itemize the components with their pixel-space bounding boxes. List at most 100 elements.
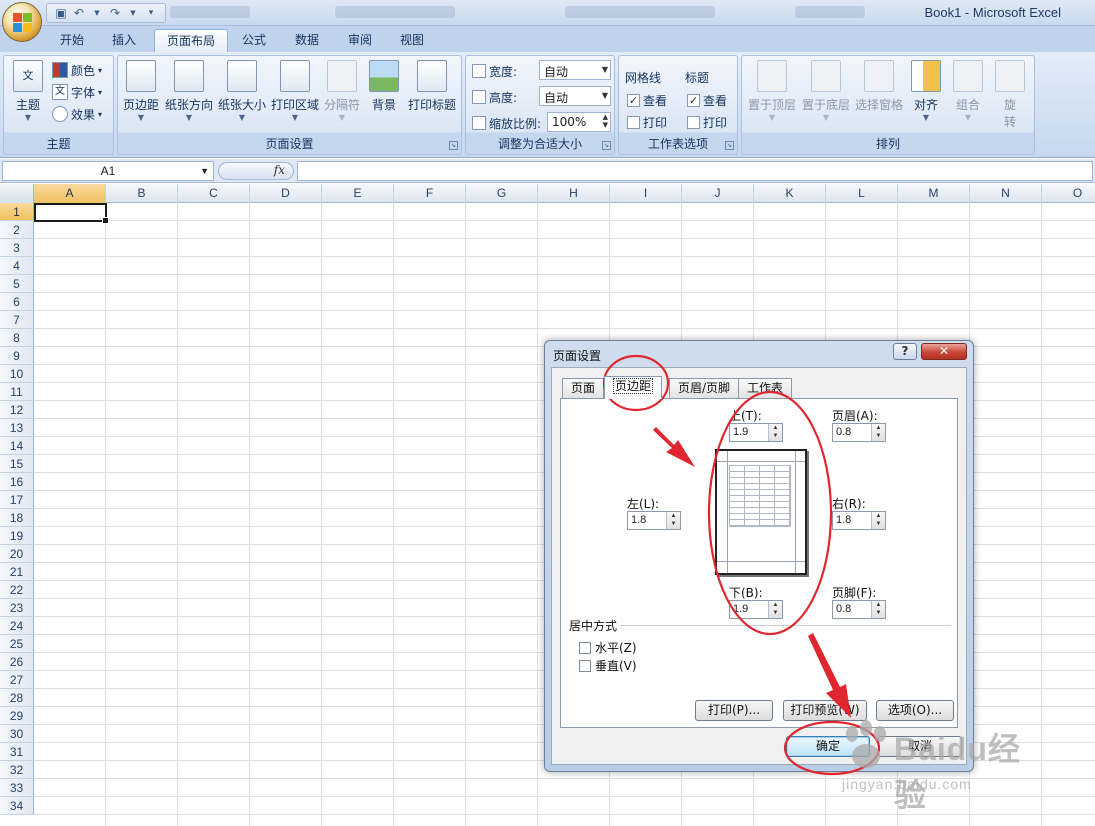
tab-formulas[interactable]: 公式	[230, 29, 278, 52]
row-header[interactable]: 21	[0, 563, 34, 581]
dialog-launcher-icon[interactable]: ↘	[602, 141, 611, 150]
headings-view-checkbox[interactable]: ✓ 查看	[687, 90, 727, 110]
row-header[interactable]: 15	[0, 455, 34, 473]
theme-effects-button[interactable]: 效果 ▾	[52, 104, 102, 124]
tab-data[interactable]: 数据	[283, 29, 331, 52]
select-all-corner[interactable]	[0, 184, 34, 203]
theme-fonts-button[interactable]: 文 字体 ▾	[52, 82, 102, 102]
group-button[interactable]: 组合 ▼	[948, 60, 988, 122]
row-header[interactable]: 34	[0, 797, 34, 815]
row-header[interactable]: 29	[0, 707, 34, 725]
row-header[interactable]: 13	[0, 419, 34, 437]
column-header[interactable]: L	[826, 184, 898, 203]
background-button[interactable]: 背景	[367, 60, 401, 113]
spinner-arrows-icon[interactable]: ▲ ▼	[666, 512, 680, 529]
row-header[interactable]: 2	[0, 221, 34, 239]
row-header[interactable]: 1	[0, 203, 34, 221]
column-header[interactable]: B	[106, 184, 178, 203]
column-header[interactable]: E	[322, 184, 394, 203]
tab-insert[interactable]: 插入	[100, 29, 148, 52]
spinner-arrows-icon[interactable]: ▲ ▼	[871, 424, 885, 441]
spinner-arrows-icon[interactable]: ▲ ▼	[768, 601, 782, 618]
header-margin-input[interactable]: 0.8 ▲ ▼	[832, 423, 886, 442]
row-header[interactable]: 3	[0, 239, 34, 257]
row-header[interactable]: 25	[0, 635, 34, 653]
tab-home[interactable]: 开始	[48, 29, 96, 52]
row-header[interactable]: 31	[0, 743, 34, 761]
print-titles-button[interactable]: 打印标题	[405, 60, 459, 113]
row-header[interactable]: 20	[0, 545, 34, 563]
dialog-launcher-icon[interactable]: ↘	[725, 141, 734, 150]
formula-input[interactable]	[297, 161, 1093, 181]
column-header[interactable]: D	[250, 184, 322, 203]
redo-icon[interactable]: ↷	[107, 5, 123, 21]
row-header[interactable]: 14	[0, 437, 34, 455]
gridlines-print-checkbox[interactable]: 打印	[627, 112, 667, 132]
row-header[interactable]: 32	[0, 761, 34, 779]
dialog-launcher-icon[interactable]: ↘	[449, 141, 458, 150]
column-header[interactable]: H	[538, 184, 610, 203]
row-header[interactable]: 17	[0, 491, 34, 509]
column-header[interactable]: J	[682, 184, 754, 203]
name-box[interactable]: A1 ▼	[2, 161, 214, 181]
close-button[interactable]: ✕	[921, 343, 967, 360]
height-select[interactable]: 自动 ▼	[539, 86, 611, 106]
row-header[interactable]: 27	[0, 671, 34, 689]
customize-toolbar-icon[interactable]: ▾	[143, 5, 159, 21]
column-header[interactable]: O	[1042, 184, 1095, 203]
row-header[interactable]: 30	[0, 725, 34, 743]
row-header[interactable]: 18	[0, 509, 34, 527]
active-cell-a1[interactable]	[34, 203, 109, 224]
scale-spinner[interactable]: 100% ▲ ▼	[547, 112, 611, 132]
row-header[interactable]: 6	[0, 293, 34, 311]
bottom-margin-input[interactable]: 1.9 ▲ ▼	[729, 600, 783, 619]
column-header[interactable]: C	[178, 184, 250, 203]
right-margin-input[interactable]: 1.8 ▲ ▼	[832, 511, 886, 530]
row-header[interactable]: 26	[0, 653, 34, 671]
column-header[interactable]: F	[394, 184, 466, 203]
rotate-button[interactable]: 旋 转	[992, 60, 1028, 130]
left-margin-input[interactable]: 1.8 ▲ ▼	[627, 511, 681, 530]
undo-icon[interactable]: ↶	[71, 5, 87, 21]
center-vertically-checkbox[interactable]: 垂直(V)	[579, 657, 637, 674]
row-header[interactable]: 7	[0, 311, 34, 329]
column-header[interactable]: G	[466, 184, 538, 203]
spinner-arrows-icon[interactable]: ▲ ▼	[603, 113, 608, 129]
tab-review[interactable]: 审阅	[336, 29, 384, 52]
row-header[interactable]: 23	[0, 599, 34, 617]
bring-to-front-button[interactable]: 置于顶层 ▼	[746, 60, 798, 122]
footer-margin-input[interactable]: 0.8 ▲ ▼	[832, 600, 886, 619]
send-to-back-button[interactable]: 置于底层 ▼	[800, 60, 852, 122]
breaks-button[interactable]: 分隔符 ▼	[322, 60, 362, 122]
selection-pane-button[interactable]: 选择窗格	[853, 60, 905, 113]
row-header[interactable]: 4	[0, 257, 34, 275]
row-header[interactable]: 28	[0, 689, 34, 707]
row-header[interactable]: 11	[0, 383, 34, 401]
tab-sheet[interactable]: 工作表	[738, 378, 793, 398]
tab-header-footer[interactable]: 页眉/页脚	[669, 378, 740, 398]
themes-button[interactable]: 文 主题 ▼	[10, 60, 46, 122]
spinner-arrows-icon[interactable]: ▲ ▼	[871, 601, 885, 618]
tab-page-layout[interactable]: 页面布局	[154, 29, 229, 52]
headings-print-checkbox[interactable]: 打印	[687, 112, 727, 132]
row-header[interactable]: 10	[0, 365, 34, 383]
row-header[interactable]: 19	[0, 527, 34, 545]
column-header[interactable]: K	[754, 184, 826, 203]
orientation-button[interactable]: 纸张方向 ▼	[164, 60, 214, 122]
margins-button[interactable]: 页边距 ▼	[121, 60, 161, 122]
theme-colors-button[interactable]: 颜色 ▾	[52, 60, 102, 80]
tab-margins[interactable]: 页边距	[604, 376, 663, 399]
row-header[interactable]: 12	[0, 401, 34, 419]
office-button[interactable]	[2, 2, 42, 42]
gridlines-view-checkbox[interactable]: ✓ 查看	[627, 90, 667, 110]
tab-view[interactable]: 视图	[388, 29, 436, 52]
column-header[interactable]: I	[610, 184, 682, 203]
size-button[interactable]: 纸张大小 ▼	[217, 60, 267, 122]
row-header[interactable]: 22	[0, 581, 34, 599]
align-button[interactable]: 对齐 ▼	[908, 60, 944, 122]
spinner-arrows-icon[interactable]: ▲ ▼	[871, 512, 885, 529]
help-button[interactable]: ?	[893, 343, 917, 360]
chevron-down-icon[interactable]: ▼	[200, 162, 209, 180]
row-header[interactable]: 9	[0, 347, 34, 365]
width-select[interactable]: 自动 ▼	[539, 60, 611, 80]
